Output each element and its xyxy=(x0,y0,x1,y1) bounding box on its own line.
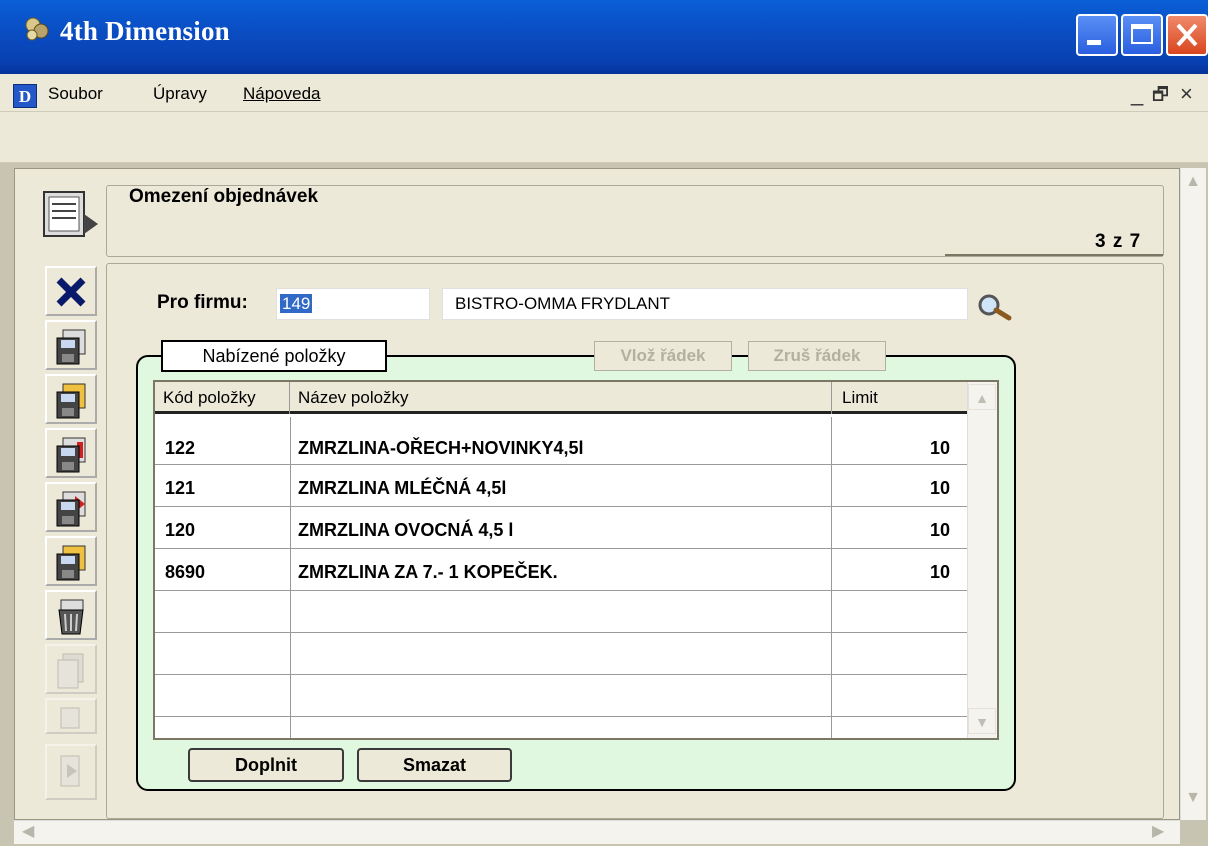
record-position: 3 z 7 xyxy=(1095,231,1142,252)
table-row[interactable] xyxy=(155,507,967,549)
cancel-button[interactable] xyxy=(45,266,97,316)
cell-code: 8690 xyxy=(165,562,206,582)
delete-button[interactable]: Smazat xyxy=(357,748,512,782)
close-x-icon xyxy=(56,277,86,307)
cell-name: ZMRZLINA OVOCNÁ 4,5 l xyxy=(298,520,514,540)
scroll-up-icon[interactable]: ▲ xyxy=(1181,170,1205,194)
disabled-button-3[interactable] xyxy=(45,744,97,800)
minimize-button[interactable] xyxy=(1076,14,1118,56)
save-last-button[interactable] xyxy=(45,482,97,532)
cell-name: ZMRZLINA-OŘECH+NOVINKY4,5l xyxy=(298,438,584,458)
document-next-icon xyxy=(60,755,80,787)
save-first-button[interactable] xyxy=(45,428,97,478)
scroll-left-icon[interactable]: ◀ xyxy=(22,822,42,842)
chevron-up-icon[interactable]: ▲ xyxy=(968,384,996,410)
cell-code: 120 xyxy=(165,520,196,540)
save-next-button[interactable] xyxy=(45,374,97,424)
disabled-button-2[interactable] xyxy=(45,698,97,734)
floppy-disk-icon xyxy=(56,329,86,365)
4d-logo-icon: D xyxy=(13,84,37,108)
floppy-disk-icon xyxy=(56,437,86,473)
firm-code-input[interactable]: 149 xyxy=(276,288,430,320)
vertical-scrollbar[interactable] xyxy=(1180,168,1206,820)
horizontal-scrollbar[interactable] xyxy=(14,820,1180,844)
firm-label: Pro firmu: xyxy=(157,292,248,313)
toolbar xyxy=(0,113,1208,163)
mdi-restore-button[interactable]: 🗗 xyxy=(1152,80,1169,108)
menu-upravy[interactable]: Úpravy xyxy=(153,80,207,108)
add-button[interactable]: Doplnit xyxy=(188,748,344,782)
cell-limit: 10 xyxy=(930,478,951,498)
firm-code-value: 149 xyxy=(280,294,313,313)
close-button[interactable] xyxy=(1166,14,1208,56)
floppy-disk-icon xyxy=(56,545,86,581)
app-icon xyxy=(22,14,52,44)
group-tab-label: Nabízené položky xyxy=(161,340,387,372)
disabled-button-1[interactable] xyxy=(45,644,97,694)
column-header-code[interactable]: Kód položky xyxy=(163,382,256,414)
table-row-empty[interactable] xyxy=(155,591,967,633)
table-row-empty[interactable] xyxy=(155,633,967,675)
cell-code: 121 xyxy=(165,478,196,498)
save-copy-button[interactable] xyxy=(45,536,97,586)
cell-limit: 10 xyxy=(930,562,951,582)
floppy-disk-icon xyxy=(56,383,86,419)
firm-name-field[interactable]: BISTRO-OMMA FRYDLANT xyxy=(442,288,968,320)
cell-code: 122 xyxy=(165,438,196,458)
table-row[interactable] xyxy=(155,549,967,591)
floppy-disk-icon xyxy=(56,491,86,527)
cell-name: ZMRZLINA ZA 7.- 1 KOPEČEK. xyxy=(298,562,558,582)
header-divider xyxy=(945,254,1163,256)
header-divider xyxy=(289,382,290,414)
table-scrollbar[interactable] xyxy=(967,382,997,738)
table-row-empty[interactable] xyxy=(155,675,967,717)
insert-row-button[interactable]: Vlož řádek xyxy=(594,341,732,371)
cell-name: ZMRZLINA MLÉČNÁ 4,5l xyxy=(298,478,507,498)
chevron-down-icon[interactable]: ▼ xyxy=(968,708,996,734)
scroll-right-icon[interactable]: ▶ xyxy=(1152,822,1172,842)
scroll-down-icon[interactable]: ▼ xyxy=(1181,786,1205,810)
delete-row-button[interactable]: Zruš řádek xyxy=(748,341,886,371)
header-divider xyxy=(831,382,832,414)
delete-record-button[interactable] xyxy=(45,590,97,640)
menu-napoveda[interactable]: Nápoveda xyxy=(243,80,321,108)
save-button[interactable] xyxy=(45,320,97,370)
window-title: 4th Dimension xyxy=(60,16,230,46)
table-row[interactable] xyxy=(155,465,967,507)
cell-limit: 10 xyxy=(930,520,951,540)
maximize-button[interactable] xyxy=(1121,14,1163,56)
menu-soubor[interactable]: Soubor xyxy=(48,80,103,108)
column-header-name[interactable]: Název položky xyxy=(298,382,409,414)
form-list-icon xyxy=(38,188,100,246)
trash-icon xyxy=(58,599,84,635)
mdi-close-button[interactable]: × xyxy=(1180,80,1193,108)
document-stack-icon xyxy=(57,653,84,689)
cell-limit: 10 xyxy=(930,438,951,458)
column-header-limit[interactable]: Limit xyxy=(842,382,878,414)
document-icon xyxy=(60,707,80,729)
mdi-minimize-button[interactable]: _ xyxy=(1131,80,1143,108)
form-title: Omezení objednávek xyxy=(129,186,319,207)
magnifier-icon[interactable] xyxy=(975,292,1025,322)
